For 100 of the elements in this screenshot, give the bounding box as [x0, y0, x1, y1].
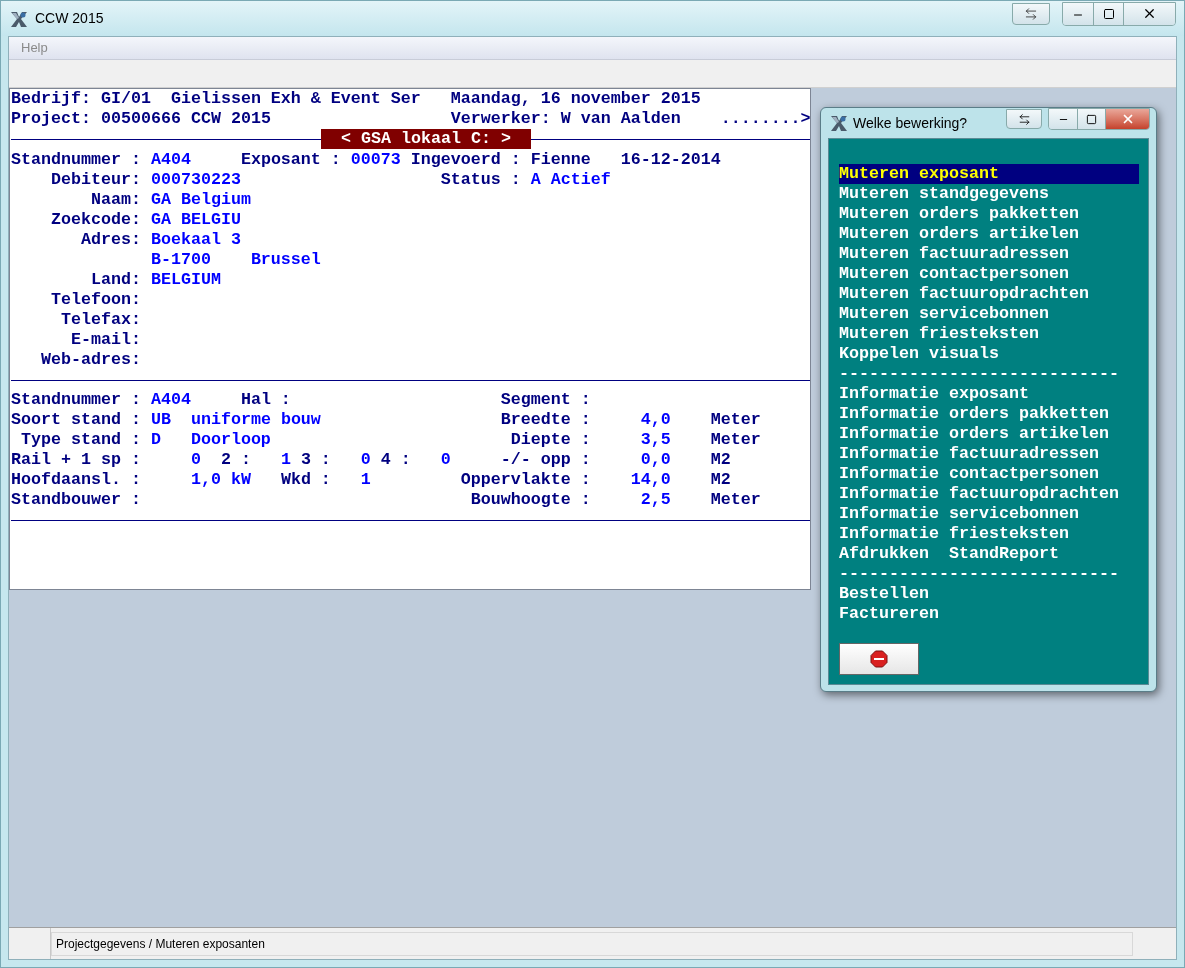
- menu-option[interactable]: Informatie orders artikelen: [839, 424, 1139, 444]
- field-value: GA Belgium: [150, 190, 251, 210]
- maximize-button[interactable]: [1093, 2, 1123, 25]
- field-label: Telefoon:: [50, 290, 141, 310]
- menu-option[interactable]: Informatie friesteksten: [839, 524, 1139, 544]
- menu-option[interactable]: Muteren exposant: [839, 164, 1139, 184]
- maximize-icon: [1086, 113, 1097, 125]
- field-label: Zoekcode:: [50, 210, 141, 230]
- menu-option[interactable]: Muteren orders artikelen: [839, 224, 1139, 244]
- field-label: Meter: [710, 430, 761, 450]
- swap-button[interactable]: [1012, 2, 1050, 25]
- field-value: 0: [440, 450, 451, 470]
- field-label: M2: [710, 470, 731, 490]
- close-icon: [1142, 6, 1157, 21]
- field-value: UB: [150, 410, 171, 430]
- field-label: Wkd :: [280, 470, 331, 490]
- field-label: Land:: [90, 270, 141, 290]
- field-value: 1: [360, 470, 371, 490]
- menu-option[interactable]: Factureren: [839, 604, 1139, 624]
- field-label: 00500666 CCW 2015: [100, 109, 271, 129]
- menu-option[interactable]: Muteren standgegevens: [839, 184, 1139, 204]
- field-label: Oppervlakte :: [460, 470, 591, 490]
- menu-option[interactable]: Informatie servicebonnen: [839, 504, 1139, 524]
- field-value: 4,0: [640, 410, 671, 430]
- field-label: Project:: [11, 109, 91, 129]
- field-value: 3,5: [640, 430, 671, 450]
- field-value: B-1700: [150, 250, 211, 270]
- field-value: Brussel: [250, 250, 321, 270]
- field-label: Rail + 1 sp :: [11, 450, 141, 470]
- menu-option[interactable]: Koppelen visuals: [839, 344, 1139, 364]
- field-label: Fienne: [530, 150, 591, 170]
- menu-option[interactable]: Informatie exposant: [839, 384, 1139, 404]
- menu-option[interactable]: Muteren servicebonnen: [839, 304, 1139, 324]
- field-label: Debiteur:: [50, 170, 141, 190]
- field-value: A404: [150, 390, 191, 410]
- field-label: ........>: [720, 109, 811, 129]
- menu-separator: ----------------------------: [839, 564, 1120, 584]
- menu-option[interactable]: Muteren factuuropdrachten: [839, 284, 1139, 304]
- maximize-icon: [1102, 7, 1115, 20]
- field-label: E-mail:: [70, 330, 141, 350]
- field-label: Verwerker:: [450, 109, 551, 129]
- field-label: Ingevoerd :: [410, 150, 521, 170]
- field-value: uniforme bouw: [190, 410, 321, 430]
- field-label: Diepte :: [510, 430, 591, 450]
- app-logo-icon: [829, 113, 849, 133]
- field-value: 0: [190, 450, 201, 470]
- field-value: 0,0: [640, 450, 671, 470]
- menu-separator: ----------------------------: [839, 364, 1120, 384]
- menu-option[interactable]: Informatie factuuradressen: [839, 444, 1139, 464]
- maximize-button[interactable]: [1077, 109, 1105, 129]
- window-title: CCW 2015: [35, 9, 104, 28]
- field-label: Soort stand :: [11, 410, 141, 430]
- field-label: Exposant :: [240, 150, 341, 170]
- menu-option[interactable]: Muteren orders pakketten: [839, 204, 1139, 224]
- field-label: Hal :: [240, 390, 291, 410]
- field-label: Standbouwer :: [11, 490, 141, 510]
- field-value: 14,0: [630, 470, 671, 490]
- field-label: Adres:: [80, 230, 141, 250]
- field-label: Standnummer :: [11, 150, 141, 170]
- field-label: Type stand :: [21, 430, 141, 450]
- field-label: Status :: [440, 170, 521, 190]
- field-label: Naam:: [90, 190, 141, 210]
- field-value: 00073: [350, 150, 401, 170]
- menu-option[interactable]: Informatie contactpersonen: [839, 464, 1139, 484]
- field-value: Doorloop: [190, 430, 271, 450]
- field-value: A404: [150, 150, 191, 170]
- menu-option[interactable]: Muteren factuuradressen: [839, 244, 1139, 264]
- field-value: D: [150, 430, 161, 450]
- close-button[interactable]: [1105, 109, 1149, 129]
- left-right-arrow-icon: [1017, 112, 1031, 126]
- field-value: BELGIUM: [150, 270, 221, 290]
- field-value: 000730223: [150, 170, 241, 190]
- field-label: 4 :: [380, 450, 411, 470]
- menu-option[interactable]: Bestellen: [839, 584, 1139, 604]
- field-value: A Actief: [530, 170, 611, 190]
- field-value: Boekaal 3: [150, 230, 241, 250]
- stop-button[interactable]: [839, 643, 919, 675]
- field-label: Meter: [710, 410, 761, 430]
- field-label: Maandag, 16 november 2015: [450, 89, 701, 109]
- field-label: GI/01 Gielissen Exh & Event Ser: [100, 89, 421, 109]
- field-label: Segment :: [500, 390, 591, 410]
- field-label: Telefax:: [60, 310, 141, 330]
- field-value: 1: [280, 450, 291, 470]
- menu-option[interactable]: Afdrukken StandReport: [839, 544, 1139, 564]
- field-label: Web-adres:: [41, 350, 141, 370]
- location-badge: < GSA lokaal C: >: [321, 129, 531, 149]
- menu-option[interactable]: Informatie orders pakketten: [839, 404, 1139, 424]
- field-label: 2 :: [220, 450, 251, 470]
- stop-sign-icon: [870, 650, 888, 668]
- menu-option[interactable]: Muteren friesteksten: [839, 324, 1139, 344]
- minimize-button[interactable]: [1063, 2, 1093, 25]
- field-label: 16-12-2014: [620, 150, 721, 170]
- swap-button[interactable]: [1006, 109, 1042, 129]
- menu-option[interactable]: Informatie factuuropdrachten: [839, 484, 1139, 504]
- field-label: Standnummer :: [11, 390, 141, 410]
- field-label: -/- opp :: [500, 450, 591, 470]
- field-label: Bouwhoogte :: [470, 490, 591, 510]
- field-label: Meter: [710, 490, 761, 510]
- menu-option[interactable]: Muteren contactpersonen: [839, 264, 1139, 284]
- field-label: M2: [710, 450, 731, 470]
